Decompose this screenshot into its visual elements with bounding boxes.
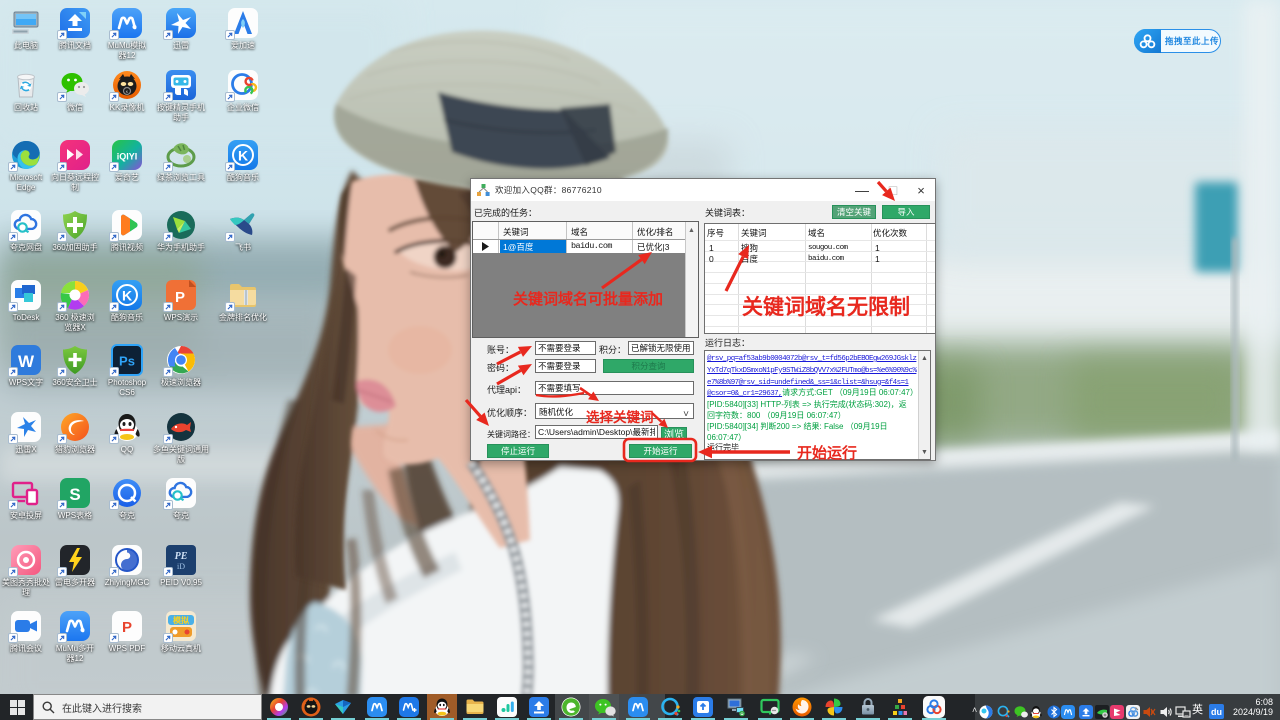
svg-text:du: du bbox=[1211, 707, 1222, 717]
svg-text:iD: iD bbox=[177, 562, 185, 571]
svg-text:Ps: Ps bbox=[119, 354, 135, 369]
svg-text:K: K bbox=[122, 288, 132, 304]
svg-text:W: W bbox=[18, 352, 35, 371]
svg-text:模拟: 模拟 bbox=[173, 615, 189, 625]
svg-text:P: P bbox=[175, 289, 185, 306]
svg-text:K: K bbox=[238, 148, 248, 164]
svg-text:K: K bbox=[126, 89, 129, 94]
svg-text:S: S bbox=[69, 485, 80, 504]
svg-text:iQIYI: iQIYI bbox=[117, 152, 138, 162]
svg-text:PE: PE bbox=[175, 551, 188, 562]
svg-text:P: P bbox=[122, 619, 132, 636]
